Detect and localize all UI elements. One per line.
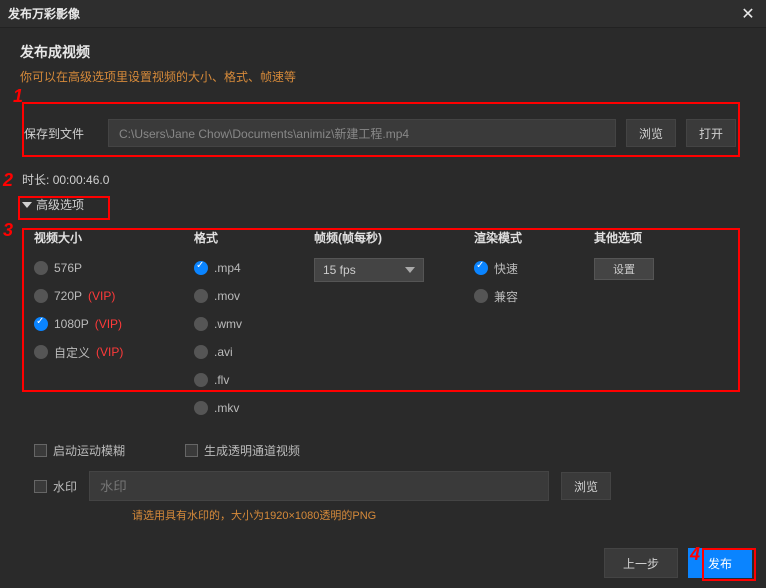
checkbox-icon bbox=[185, 444, 198, 457]
watermark-input[interactable] bbox=[89, 471, 549, 501]
col-head-format: 格式 bbox=[194, 229, 314, 246]
watermark-checkbox[interactable]: 水印 bbox=[34, 478, 77, 495]
advanced-toggle[interactable]: 高级选项 bbox=[20, 190, 92, 219]
advanced-options: 视频大小 576P 720P(VIP) 1080P(VIP) 自定义(VIP) … bbox=[20, 225, 746, 428]
col-head-fps: 帧频(帧每秒) bbox=[314, 229, 474, 246]
fmt-mkv[interactable]: .mkv bbox=[194, 398, 314, 418]
annotation-2: 2 bbox=[3, 170, 13, 191]
alpha-video-label: 生成透明通道视频 bbox=[204, 442, 300, 459]
duration-label: 时长: 00:00:46.0 bbox=[22, 171, 746, 188]
fmt-mp4[interactable]: .mp4 bbox=[194, 258, 314, 278]
motion-blur-checkbox[interactable]: 启动运动模糊 bbox=[34, 442, 125, 459]
save-file-input[interactable]: C:\Users\Jane Chow\Documents\animiz\新建工程… bbox=[108, 119, 616, 147]
size-720p[interactable]: 720P(VIP) bbox=[34, 286, 194, 306]
col-head-size: 视频大小 bbox=[34, 229, 194, 246]
col-head-render: 渲染模式 bbox=[474, 229, 594, 246]
fmt-avi[interactable]: .avi bbox=[194, 342, 314, 362]
render-fast[interactable]: 快速 bbox=[474, 258, 594, 278]
section-subtext: 你可以在高级选项里设置视频的大小、格式、帧速等 bbox=[20, 68, 746, 85]
annotation-3: 3 bbox=[3, 220, 13, 241]
watermark-browse-button[interactable]: 浏览 bbox=[561, 472, 611, 500]
fps-select[interactable]: 15 fps bbox=[314, 258, 424, 282]
window-title: 发布万彩影像 bbox=[8, 5, 80, 22]
motion-blur-label: 启动运动模糊 bbox=[53, 442, 125, 459]
duration-prefix: 时长: bbox=[22, 173, 49, 187]
checkbox-icon bbox=[34, 480, 47, 493]
render-compat[interactable]: 兼容 bbox=[474, 286, 594, 306]
titlebar: 发布万彩影像 ✕ bbox=[0, 0, 766, 28]
open-button[interactable]: 打开 bbox=[686, 119, 736, 147]
watermark-label: 水印 bbox=[53, 478, 77, 495]
fmt-wmv[interactable]: .wmv bbox=[194, 314, 314, 334]
alpha-video-checkbox[interactable]: 生成透明通道视频 bbox=[185, 442, 300, 459]
checkbox-icon bbox=[34, 444, 47, 457]
size-custom[interactable]: 自定义(VIP) bbox=[34, 342, 194, 362]
chevron-down-icon bbox=[405, 267, 415, 273]
fmt-mov[interactable]: .mov bbox=[194, 286, 314, 306]
save-file-row: 保存到文件 C:\Users\Jane Chow\Documents\animi… bbox=[20, 101, 746, 165]
col-head-other: 其他选项 bbox=[594, 229, 714, 246]
save-file-label: 保存到文件 bbox=[20, 125, 98, 142]
duration-value: 00:00:46.0 bbox=[53, 173, 110, 187]
prev-button[interactable]: 上一步 bbox=[604, 548, 678, 578]
footer: 上一步 发布 bbox=[604, 548, 752, 578]
other-settings-button[interactable]: 设置 bbox=[594, 258, 654, 280]
annotation-4: 4 bbox=[690, 544, 700, 565]
close-icon[interactable]: ✕ bbox=[738, 4, 758, 24]
size-576p[interactable]: 576P bbox=[34, 258, 194, 278]
fps-value: 15 fps bbox=[323, 263, 356, 277]
size-1080p[interactable]: 1080P(VIP) bbox=[34, 314, 194, 334]
advanced-label: 高级选项 bbox=[36, 196, 84, 213]
section-heading: 发布成视频 bbox=[20, 42, 746, 62]
browse-button[interactable]: 浏览 bbox=[626, 119, 676, 147]
fmt-flv[interactable]: .flv bbox=[194, 370, 314, 390]
watermark-hint: 请选用具有水印的，大小为1920×1080透明的PNG bbox=[132, 507, 746, 523]
chevron-down-icon bbox=[22, 202, 32, 208]
annotation-1: 1 bbox=[13, 86, 23, 107]
